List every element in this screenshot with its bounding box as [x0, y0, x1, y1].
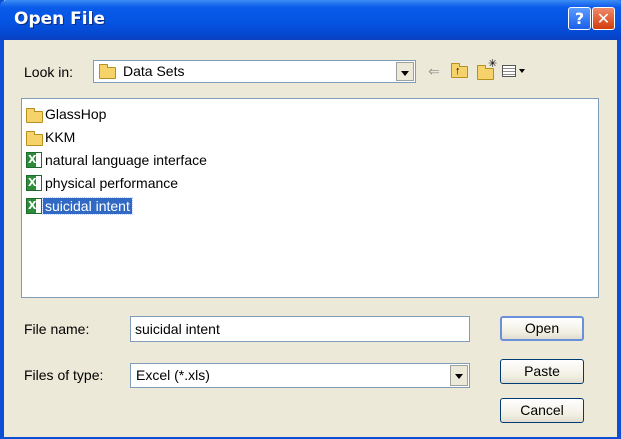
- dialog-title: Open File: [14, 9, 105, 29]
- up-arrow-glyph: ↑: [455, 65, 461, 77]
- view-dropdown-arrow: [519, 69, 525, 73]
- sparkle-glyph: ✳: [488, 58, 498, 70]
- file-name-input[interactable]: suicidal intent: [130, 316, 470, 342]
- file-name-label: File name:: [24, 321, 90, 337]
- files-of-type-combo[interactable]: Excel (*.xls): [130, 363, 470, 388]
- file-list[interactable]: GlassHop KKM natural language interface …: [21, 98, 599, 298]
- excel-file-icon: [26, 152, 42, 168]
- view-grid-shape: [502, 65, 516, 77]
- paste-button[interactable]: Paste: [500, 359, 584, 384]
- list-item-label: suicidal intent: [42, 197, 133, 215]
- folder-icon: [99, 64, 116, 79]
- title-bar[interactable]: Open File ? ✕: [0, 0, 621, 40]
- help-button[interactable]: ?: [568, 7, 591, 30]
- open-button[interactable]: Open: [500, 316, 584, 341]
- new-folder-icon[interactable]: ✳: [476, 58, 498, 81]
- back-arrow-icon[interactable]: ⇐: [424, 61, 444, 81]
- list-item-label: GlassHop: [45, 106, 107, 122]
- cancel-button[interactable]: Cancel: [500, 398, 584, 423]
- excel-file-icon: [26, 198, 42, 214]
- look-in-combo[interactable]: Data Sets: [93, 60, 416, 83]
- folder-icon: [26, 108, 43, 123]
- look-in-value: Data Sets: [123, 63, 185, 79]
- up-folder-icon[interactable]: ↑: [450, 61, 470, 81]
- list-item-label: physical performance: [45, 175, 179, 191]
- list-item-label: natural language interface: [45, 152, 207, 168]
- files-of-type-label: Files of type:: [24, 367, 104, 383]
- list-item-label: KKM: [45, 129, 76, 145]
- close-button[interactable]: ✕: [592, 7, 615, 30]
- folder-icon: [26, 131, 43, 146]
- view-menu-icon[interactable]: [500, 61, 530, 81]
- excel-file-icon: [26, 175, 42, 191]
- look-in-dropdown-button[interactable]: [396, 62, 414, 81]
- files-of-type-dropdown-button[interactable]: [450, 365, 468, 386]
- look-in-label: Look in:: [24, 64, 74, 80]
- files-of-type-value: Excel (*.xls): [136, 367, 210, 383]
